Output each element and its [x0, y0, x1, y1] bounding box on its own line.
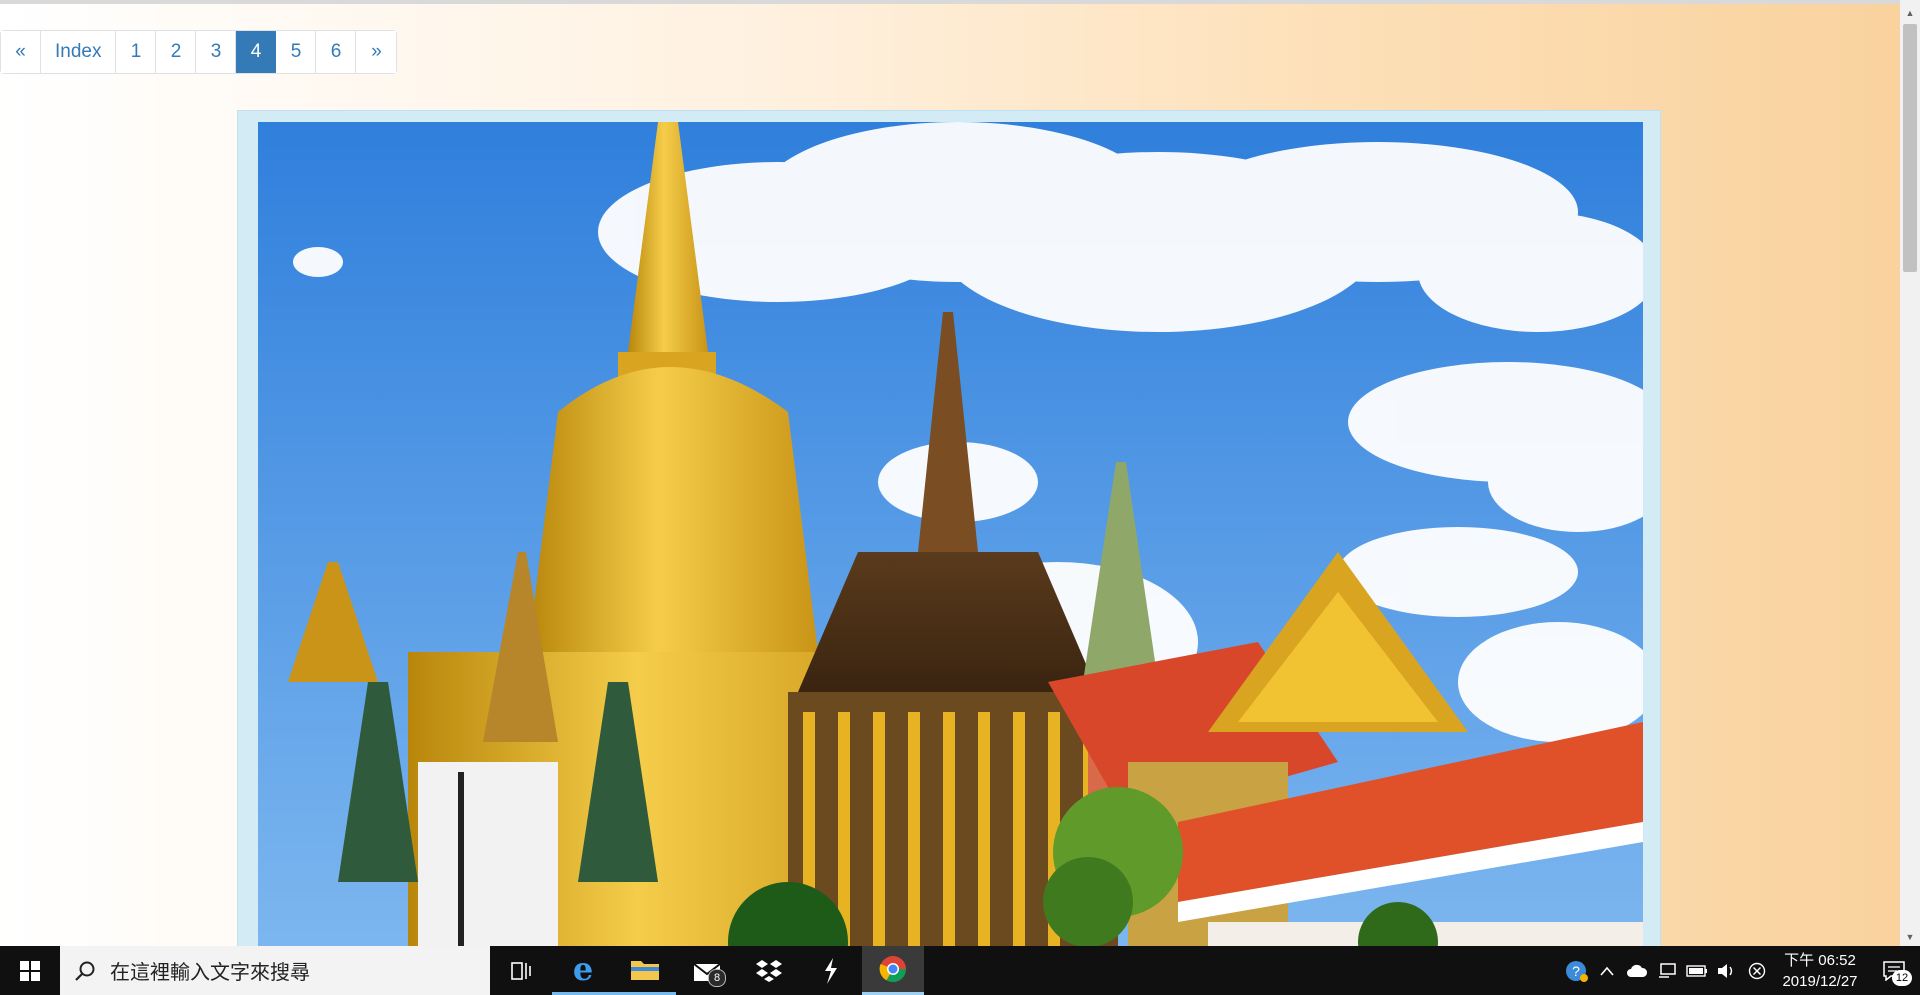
clock-time: 下午 06:52: [1784, 951, 1856, 969]
pagination-page-3[interactable]: 3: [196, 31, 237, 73]
chrome-icon: [879, 956, 907, 983]
notification-count: 12: [1892, 970, 1912, 986]
volume-icon[interactable]: [1712, 946, 1742, 995]
cloud-icon[interactable]: [1622, 946, 1652, 995]
taskbar-search-box[interactable]: 在這裡輸入文字來搜尋: [60, 946, 490, 995]
pagination-index[interactable]: Index: [41, 31, 117, 73]
network-icon[interactable]: [1652, 946, 1682, 995]
task-view-button[interactable]: [490, 946, 552, 995]
system-tray: ? 下午 06:52 2019/12/27 12: [1562, 946, 1920, 995]
pagination-page-4[interactable]: 4: [236, 31, 277, 73]
action-center-button[interactable]: 12: [1868, 946, 1920, 995]
scroll-up-icon[interactable]: ▲: [1900, 4, 1920, 21]
dropbox-icon: [756, 959, 782, 982]
close-circle-icon[interactable]: [1742, 946, 1772, 995]
pagination-page-2[interactable]: 2: [156, 31, 197, 73]
windows-logo-icon: [20, 960, 40, 981]
scroll-down-icon[interactable]: ▼: [1900, 928, 1920, 945]
taskbar-chrome[interactable]: [862, 946, 924, 995]
pagination-prev[interactable]: «: [1, 31, 41, 73]
taskbar: 在這裡輸入文字來搜尋 e 8 ? 下午 06:52 2019/12/27 12: [0, 946, 1920, 995]
svg-text:?: ?: [1572, 963, 1580, 979]
battery-icon[interactable]: [1682, 946, 1712, 995]
pagination-page-5[interactable]: 5: [276, 31, 317, 73]
taskbar-app-bolt[interactable]: [800, 946, 862, 995]
pagination-page-6[interactable]: 6: [316, 31, 357, 73]
scroll-thumb[interactable]: [1903, 24, 1917, 272]
vertical-scrollbar[interactable]: ▲ ▼: [1900, 0, 1920, 946]
start-button[interactable]: [0, 946, 60, 995]
folder-icon: [631, 961, 659, 980]
photo-frame: [237, 110, 1661, 946]
mail-badge: 8: [708, 969, 726, 987]
pagination-page-1[interactable]: 1: [116, 31, 157, 73]
pagination: « Index 1 2 3 4 5 6 »: [0, 30, 398, 74]
taskbar-edge[interactable]: e: [552, 946, 614, 995]
temple-photo: [258, 122, 1643, 946]
browser-viewport: « Index 1 2 3 4 5 6 »: [0, 0, 1900, 946]
task-view-icon: [511, 961, 531, 980]
taskbar-dropbox[interactable]: [738, 946, 800, 995]
search-placeholder: 在這裡輸入文字來搜尋: [110, 962, 310, 984]
search-icon: [74, 960, 96, 982]
clock-date: 2019/12/27: [1782, 972, 1858, 990]
taskbar-file-explorer[interactable]: [614, 946, 676, 995]
lightning-icon: [825, 957, 837, 984]
taskbar-clock[interactable]: 下午 06:52 2019/12/27: [1772, 950, 1868, 992]
chevron-up-icon[interactable]: [1592, 946, 1622, 995]
edge-icon: e: [572, 950, 594, 988]
pagination-next[interactable]: »: [356, 31, 397, 73]
help-icon[interactable]: ?: [1562, 946, 1592, 995]
taskbar-mail[interactable]: 8: [676, 946, 738, 995]
